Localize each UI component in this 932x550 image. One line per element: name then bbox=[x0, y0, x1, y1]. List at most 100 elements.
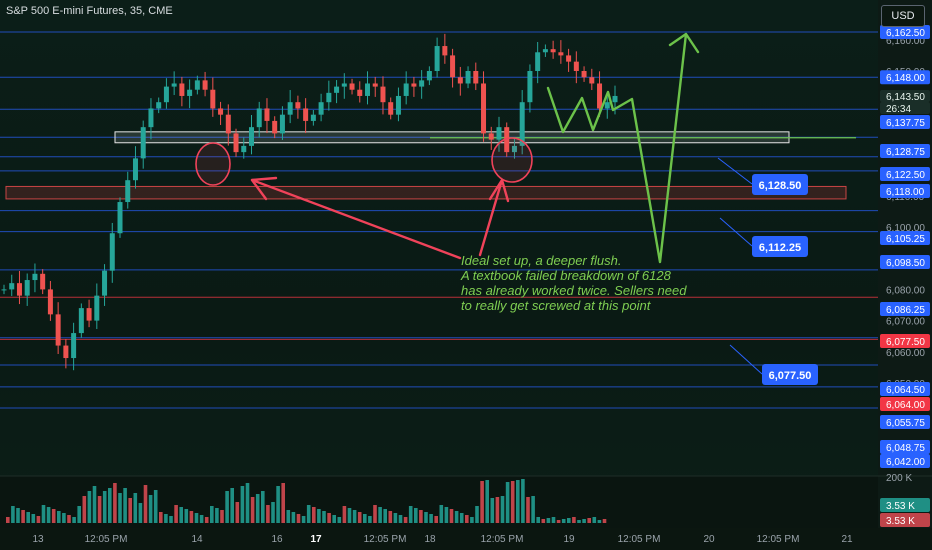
volume-bar bbox=[113, 483, 117, 523]
candle-body bbox=[411, 83, 417, 87]
candle-body bbox=[341, 83, 347, 87]
volume-bar bbox=[210, 506, 214, 523]
note-line-1: Ideal set up, a deeper flush. bbox=[461, 253, 622, 268]
volume-bar bbox=[266, 505, 270, 523]
volume-bar bbox=[408, 506, 413, 523]
price-axis-tick: 6,080.00 bbox=[886, 285, 925, 296]
volume-bar bbox=[398, 515, 403, 523]
volume-bar bbox=[439, 505, 444, 523]
callout-leader bbox=[729, 344, 763, 375]
volume-bar bbox=[403, 517, 408, 523]
candle-body bbox=[550, 49, 556, 53]
volume-axis-tick: 200 K bbox=[886, 473, 912, 484]
candle-body bbox=[465, 71, 471, 84]
note-line-4: to really get screwed at this point bbox=[461, 298, 651, 313]
volume-bar bbox=[322, 511, 326, 523]
candle-body bbox=[303, 108, 309, 121]
candle-body bbox=[527, 71, 533, 103]
volume-bar bbox=[521, 479, 525, 523]
candle-body bbox=[395, 95, 401, 115]
volume-bar bbox=[383, 509, 387, 523]
price-tag-label: 6,048.75 bbox=[886, 443, 925, 454]
volume-bar bbox=[449, 509, 454, 523]
candle-body bbox=[334, 86, 340, 93]
volume-bar bbox=[133, 493, 138, 523]
candle-body bbox=[310, 114, 316, 121]
volume-bar bbox=[67, 515, 71, 523]
projection-arrow bbox=[546, 32, 700, 264]
volume-bar bbox=[26, 512, 30, 523]
candle-body bbox=[419, 80, 425, 87]
price-tag-label: 6,064.50 bbox=[886, 385, 925, 396]
volume-bar bbox=[429, 514, 433, 523]
volume-bar bbox=[567, 518, 571, 523]
volume-bar bbox=[332, 515, 336, 523]
chart-window: 6,128.506,112.256,077.506,160.006,150.00… bbox=[0, 0, 932, 550]
volume-bar bbox=[159, 512, 163, 523]
candle-body bbox=[272, 120, 278, 134]
candle-body bbox=[140, 127, 146, 159]
analysis-note: Ideal set up, a deeper flush. A textbook… bbox=[461, 253, 731, 313]
callout-label: 6,112.25 bbox=[759, 242, 801, 254]
volume-bar bbox=[281, 483, 285, 523]
volume-bar bbox=[179, 507, 183, 523]
volume-bar bbox=[286, 510, 291, 523]
candle-body bbox=[102, 270, 108, 296]
volume-bar bbox=[138, 503, 143, 523]
volume-bar bbox=[87, 491, 92, 523]
price-tag-label: 6,064.00 bbox=[886, 400, 925, 411]
volume-bar bbox=[424, 512, 428, 523]
volume-bar bbox=[602, 519, 607, 523]
candle-body bbox=[156, 102, 162, 109]
volume-bar bbox=[245, 483, 250, 523]
volume-bar bbox=[215, 508, 219, 523]
volume-bar bbox=[250, 497, 255, 523]
volume-bar bbox=[347, 508, 352, 523]
candle-body bbox=[148, 108, 154, 128]
volume-bar bbox=[444, 507, 449, 523]
callout-label: 6,077.50 bbox=[769, 370, 812, 382]
volume-bar bbox=[551, 517, 556, 523]
price-tag-label: 6,086.25 bbox=[886, 305, 925, 316]
candle-body bbox=[132, 158, 138, 181]
price-tag-label: 6,148.00 bbox=[886, 73, 925, 84]
volume-bar bbox=[31, 514, 36, 523]
volume-bar bbox=[51, 509, 56, 523]
volume-bar bbox=[291, 512, 296, 523]
volume-bar bbox=[184, 509, 189, 523]
volume-bar bbox=[459, 513, 464, 523]
volume-bar bbox=[526, 497, 530, 523]
volume-bar bbox=[485, 480, 489, 523]
volume-bar bbox=[62, 513, 66, 523]
volume-bar bbox=[434, 516, 438, 523]
candle-body bbox=[40, 273, 46, 290]
candle-body bbox=[47, 289, 53, 315]
volume-bar bbox=[46, 507, 51, 523]
volume-bar bbox=[194, 513, 199, 523]
candle-body bbox=[78, 308, 84, 334]
volume-tag-label: 3.53 K bbox=[886, 501, 915, 512]
volume-bar bbox=[500, 496, 505, 523]
candle-body bbox=[388, 102, 394, 115]
time-axis-tick: 12:05 PM bbox=[481, 534, 524, 545]
volume-bar bbox=[342, 506, 347, 523]
volume-bar bbox=[306, 505, 311, 523]
volume-bar bbox=[541, 519, 546, 523]
volume-bar bbox=[230, 488, 234, 523]
volume-bar bbox=[419, 510, 423, 523]
time-axis-tick: 20 bbox=[703, 534, 715, 545]
currency-button[interactable]: USD bbox=[881, 5, 925, 27]
volume-bar bbox=[561, 519, 566, 523]
candle-body bbox=[535, 52, 541, 71]
volume-bar bbox=[296, 514, 301, 523]
volume-bar bbox=[97, 496, 102, 523]
candle-body bbox=[349, 83, 355, 90]
candle-body bbox=[1, 289, 7, 291]
candle-body bbox=[279, 114, 285, 134]
volume-bar bbox=[41, 505, 46, 523]
volume-bar bbox=[204, 517, 209, 523]
volume-bar bbox=[536, 517, 540, 523]
candle-body bbox=[496, 127, 502, 140]
candle-body bbox=[248, 127, 254, 146]
time-axis-tick: 13 bbox=[32, 534, 44, 545]
